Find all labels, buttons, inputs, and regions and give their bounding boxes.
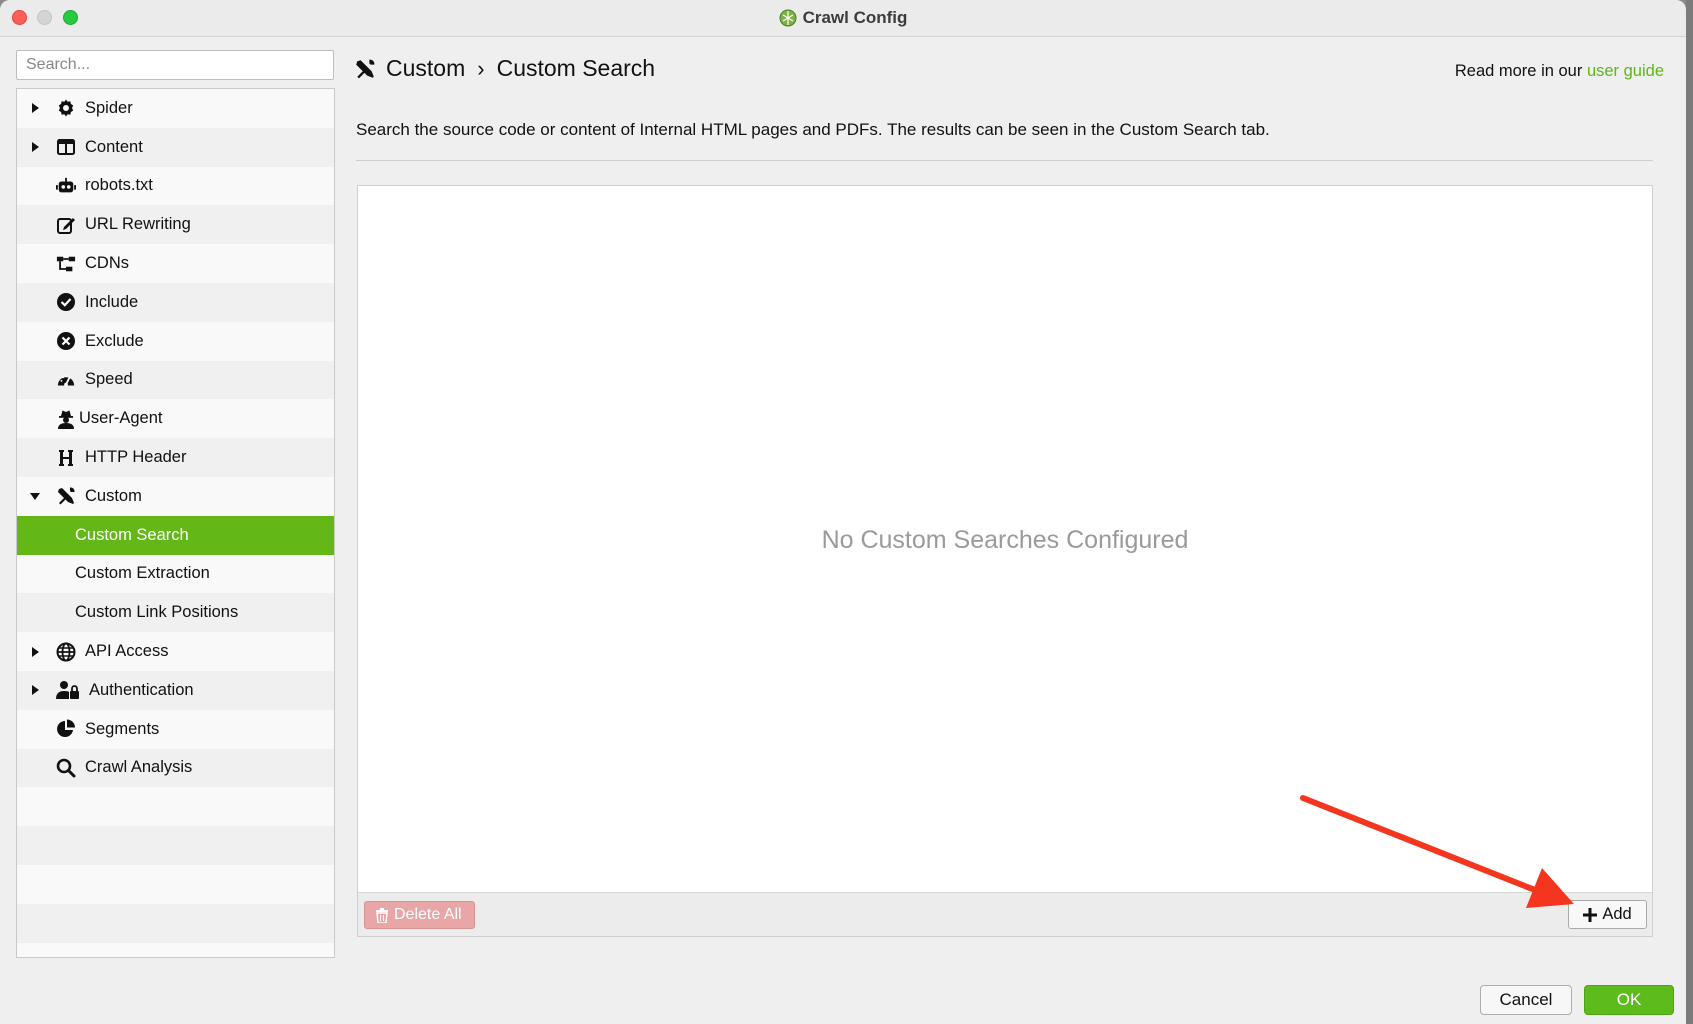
divider xyxy=(356,160,1653,161)
background-window-edge xyxy=(1686,0,1693,1024)
sidebar-item-api-access[interactable]: API Access xyxy=(17,632,334,671)
title-bar: Crawl Config xyxy=(0,0,1686,37)
sidebar-item-robots-txt[interactable]: robots.txt xyxy=(17,167,334,206)
tools-icon xyxy=(56,486,76,506)
config-tree: Spider Content robots.txt URL Rewriting xyxy=(16,88,335,958)
sidebar-item-label: Custom Extraction xyxy=(75,564,210,583)
robot-icon xyxy=(56,176,76,196)
expand-arrow-icon[interactable] xyxy=(29,684,41,696)
sidebar-item-label: HTTP Header xyxy=(85,448,187,467)
empty-state-message: No Custom Searches Configured xyxy=(821,526,1189,554)
sidebar-item-label: URL Rewriting xyxy=(85,215,191,234)
sidebar-item-spider[interactable]: Spider xyxy=(17,89,334,128)
collapse-arrow-icon[interactable] xyxy=(29,490,41,502)
window-title: Crawl Config xyxy=(802,8,908,27)
globe-icon xyxy=(56,642,76,662)
empty-row xyxy=(17,787,334,826)
crawl-config-window: Crawl Config Spider Content robots.txt xyxy=(0,0,1686,1024)
sidebar-item-authentication[interactable]: Authentication xyxy=(17,670,334,710)
annotation-arrow-icon xyxy=(1300,795,1574,908)
spider-logo-icon xyxy=(779,9,797,27)
sidebar-item-custom[interactable]: Custom xyxy=(17,477,334,516)
sidebar-item-speed[interactable]: Speed xyxy=(17,360,334,400)
delete-all-button[interactable]: Delete All xyxy=(364,901,475,929)
breadcrumb-separator: › xyxy=(477,55,485,81)
sidebar-item-include[interactable]: Include xyxy=(17,282,334,322)
gear-icon xyxy=(56,98,76,118)
sidebar-item-user-agent[interactable]: User-Agent xyxy=(17,399,334,438)
sidebar-item-http-header[interactable]: HTTP Header xyxy=(17,438,334,477)
sidebar-item-label: User-Agent xyxy=(79,409,163,428)
empty-row xyxy=(17,826,334,865)
h-icon xyxy=(56,448,76,468)
search-icon xyxy=(56,758,76,778)
cancel-button[interactable]: Cancel xyxy=(1480,985,1572,1015)
sidebar-item-label: Segments xyxy=(85,719,160,738)
sidebar-item-label: Custom Search xyxy=(75,525,189,544)
add-label: Add xyxy=(1602,905,1632,923)
sidebar-item-cdns[interactable]: CDNs xyxy=(17,244,334,283)
sidebar-item-label: Custom Link Positions xyxy=(75,603,239,622)
sidebar-item-url-rewriting[interactable]: URL Rewriting xyxy=(17,205,334,245)
user-guide-link[interactable]: user guide xyxy=(1587,62,1664,80)
sidebar-item-segments[interactable]: Segments xyxy=(17,710,334,749)
delete-all-label: Delete All xyxy=(394,906,462,923)
page-description: Search the source code or content of Int… xyxy=(356,120,1270,139)
guide-prefix: Read more in our xyxy=(1454,62,1583,80)
user-lock-icon xyxy=(56,680,80,700)
expand-arrow-icon[interactable] xyxy=(29,646,41,658)
sidebar-item-label: Exclude xyxy=(85,331,144,350)
sidebar-item-label: Include xyxy=(85,292,139,311)
sidebar-item-label: CDNs xyxy=(85,254,129,273)
expand-arrow-icon[interactable] xyxy=(29,102,41,114)
sidebar-item-exclude[interactable]: Exclude xyxy=(17,322,334,361)
sidebar-item-label: API Access xyxy=(85,642,169,661)
sidebar-item-label: Crawl Analysis xyxy=(85,758,193,777)
sidebar-item-label: Custom xyxy=(85,486,142,505)
edit-icon xyxy=(56,215,76,235)
empty-row xyxy=(17,903,334,943)
sidebar-item-custom-extraction[interactable]: Custom Extraction xyxy=(17,555,334,594)
trash-icon xyxy=(376,907,388,923)
sidebar-item-label: Spider xyxy=(85,98,133,117)
sidebar-search-input[interactable] xyxy=(16,50,334,80)
pie-chart-icon xyxy=(56,719,76,739)
network-icon xyxy=(56,254,76,274)
page-title: Custom Search xyxy=(496,55,656,81)
user-secret-icon xyxy=(56,409,76,429)
user-guide-note: Read more in our user guide xyxy=(1455,62,1664,81)
breadcrumb-section: Custom xyxy=(386,55,466,81)
sidebar-item-custom-link-positions[interactable]: Custom Link Positions xyxy=(17,593,334,633)
columns-icon xyxy=(56,137,76,157)
empty-row xyxy=(17,865,334,904)
x-circle-icon xyxy=(56,331,76,351)
check-circle-icon xyxy=(56,292,76,312)
expand-arrow-icon[interactable] xyxy=(29,141,41,153)
sidebar-item-label: robots.txt xyxy=(85,176,153,195)
breadcrumb: Custom › Custom Search xyxy=(354,55,655,82)
sidebar-item-content[interactable]: Content xyxy=(17,127,334,167)
sidebar-item-custom-search[interactable]: Custom Search xyxy=(17,515,334,555)
sidebar-item-label: Authentication xyxy=(89,680,194,699)
sidebar-item-label: Content xyxy=(85,137,143,156)
ok-button[interactable]: OK xyxy=(1584,985,1674,1015)
sidebar-item-label: Speed xyxy=(85,370,133,389)
gauge-icon xyxy=(56,370,76,390)
sidebar-item-crawl-analysis[interactable]: Crawl Analysis xyxy=(17,748,334,788)
tools-icon xyxy=(356,59,375,78)
